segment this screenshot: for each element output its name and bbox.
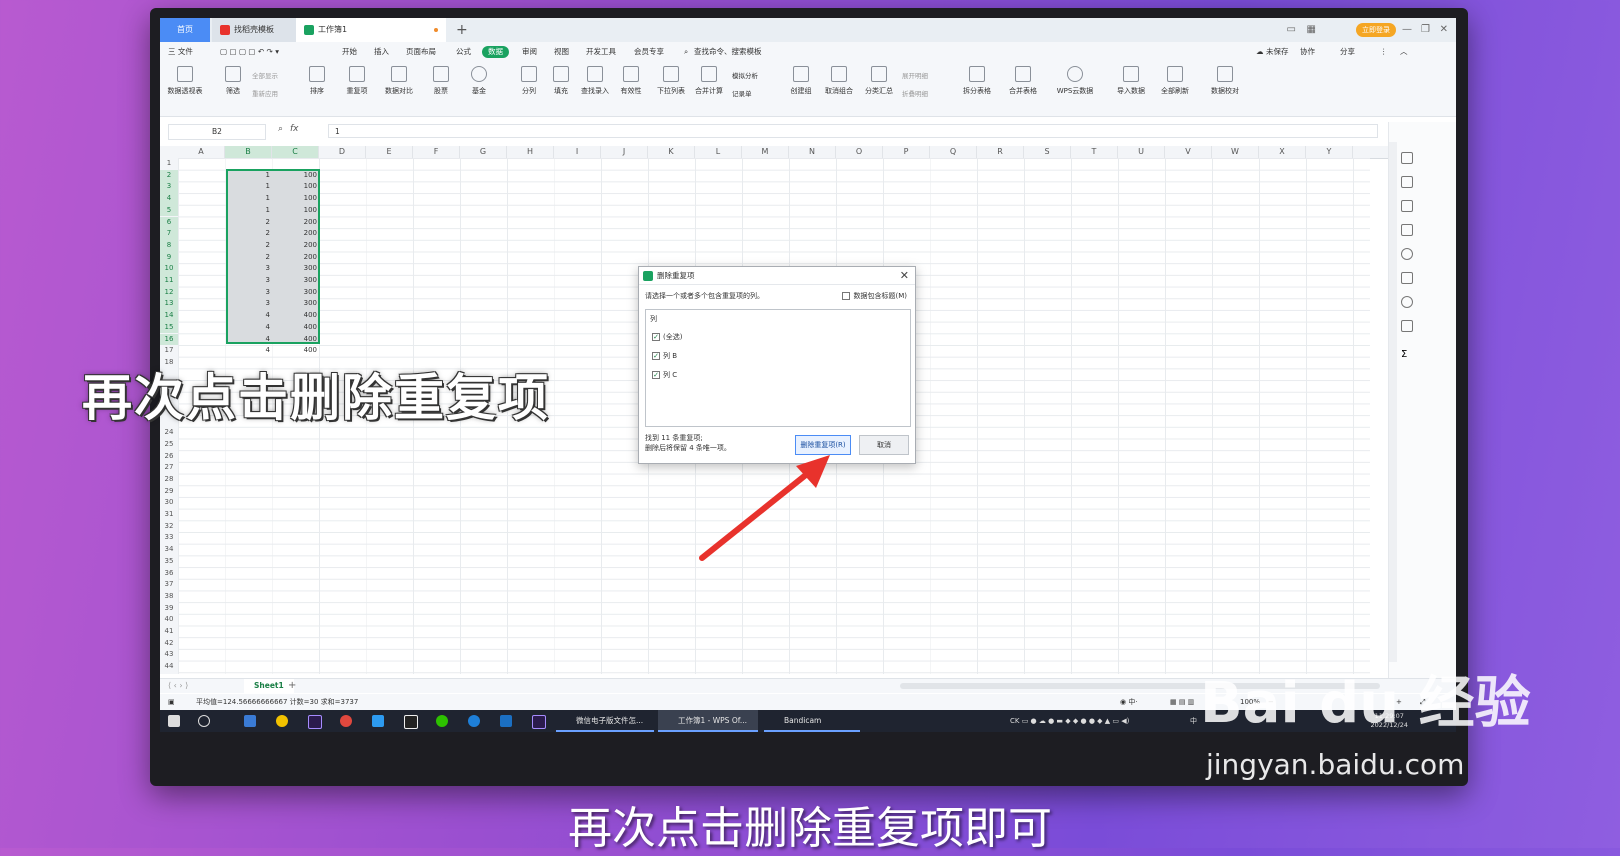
overlay-caption: 再次点击删除重复项: [82, 369, 550, 427]
arrow-shaft: [699, 467, 815, 561]
baidu-jingyan-url: jingyan.baidu.com: [1206, 748, 1465, 781]
baidu-jingyan-logo: Bai du 经验: [1200, 671, 1531, 736]
arrow-head: [796, 455, 830, 488]
video-subtitle: 再次点击删除重复项即可: [568, 803, 1052, 854]
